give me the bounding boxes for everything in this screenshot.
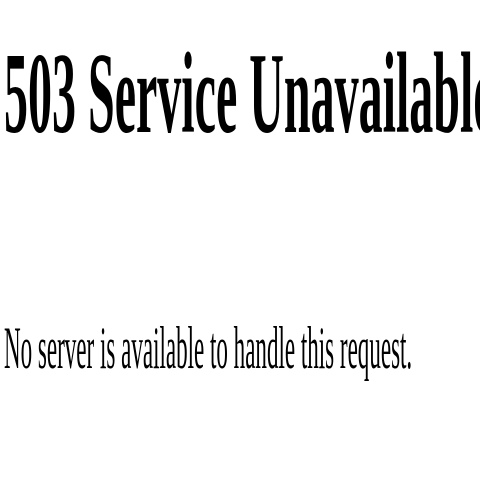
error-page: 503 Service Unavailable No server is ava… [0, 0, 480, 480]
error-message: No server is available to handle this re… [4, 315, 413, 382]
page-title: 503 Service Unavailable [4, 28, 480, 158]
